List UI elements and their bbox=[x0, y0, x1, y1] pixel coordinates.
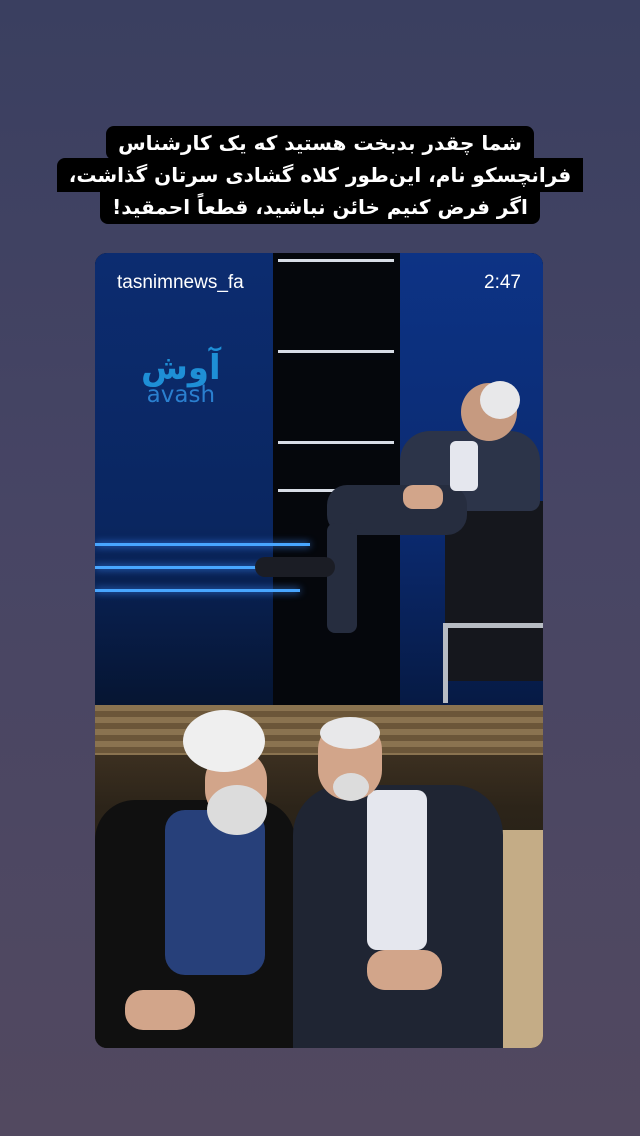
chair-frame bbox=[443, 623, 543, 703]
caption-line-2: فرانچسکو نام، این‌طور کلاه گشادی سرتان گ… bbox=[56, 158, 584, 192]
caption-line-3: اگر فرض کنیم خائن نباشید، قطعاً احمقید! bbox=[100, 190, 540, 224]
caption-line-1: شما چقدر بدبخت هستید که یک کارشناس bbox=[106, 126, 534, 160]
neon-line bbox=[95, 566, 265, 569]
neon-line bbox=[95, 589, 300, 592]
studio-column bbox=[273, 253, 400, 705]
meeting-photo-frame bbox=[95, 705, 543, 1048]
story-caption: شما چقدر بدبخت هستید که یک کارشناس فرانچ… bbox=[0, 126, 640, 224]
neon-line bbox=[95, 543, 310, 546]
show-logo-latin: avash bbox=[146, 382, 216, 408]
studio-backdrop-left bbox=[95, 253, 273, 705]
light-stripe bbox=[278, 350, 394, 353]
video-timestamp: 2:47 bbox=[484, 272, 521, 293]
video-header: tasnimnews_fa 2:47 bbox=[95, 253, 543, 313]
studio-interview-frame: آوش avash bbox=[95, 253, 543, 705]
channel-name[interactable]: tasnimnews_fa bbox=[117, 272, 244, 294]
show-logo: آوش avash bbox=[141, 348, 221, 408]
reposted-video-card[interactable]: tasnimnews_fa 2:47 آوش avash bbox=[95, 253, 543, 1048]
light-stripe bbox=[278, 441, 394, 444]
